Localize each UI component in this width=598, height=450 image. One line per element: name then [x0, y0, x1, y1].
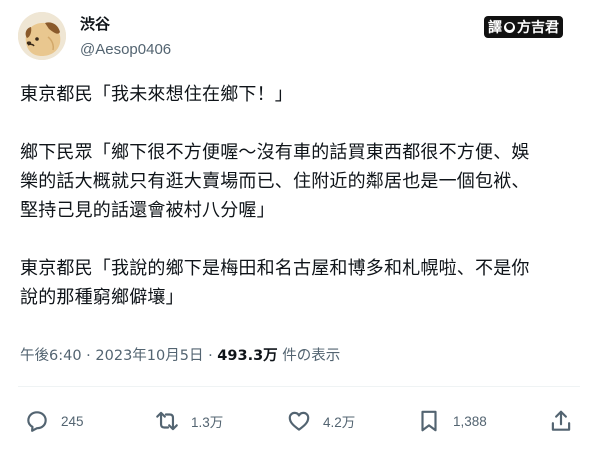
bookmark-button[interactable]: 1,388: [416, 406, 487, 436]
bookmark-icon: [421, 410, 437, 432]
repost-count: 1.3万: [191, 415, 224, 430]
meta-separator: ·: [86, 348, 96, 364]
watermark-left: 譯: [488, 20, 502, 36]
like-count: 4.2万: [323, 415, 356, 430]
view-label: 件の表示: [282, 348, 341, 364]
meta-separator: ·: [208, 348, 218, 364]
repost-icon: [156, 411, 178, 431]
tweet-line: 東京都民「我未來想住在鄉下！」: [20, 84, 293, 105]
author-handle[interactable]: @Aesop0406: [80, 40, 171, 60]
tweet-line: 東京都民「我說的鄉下是梅田和名古屋和博多和札幌啦、不是你: [20, 258, 530, 279]
reply-icon: [27, 411, 47, 432]
translator-watermark: 譯 ● 方吉君: [484, 16, 563, 38]
tweet-line: 鄉下民眾「鄉下很不方便喔～沒有車的話買東西都很不方便、娛: [20, 142, 530, 163]
tweet-time[interactable]: 午後6:40: [20, 348, 82, 364]
heart-icon: [288, 411, 310, 431]
tweet-line: 說的那種窮鄉僻壤」: [20, 287, 184, 308]
action-bar: 245 1.3万 4.2万 1,388: [0, 406, 598, 436]
bookmark-count: 1,388: [453, 413, 487, 429]
dog-avatar-icon: [18, 12, 66, 60]
reply-button[interactable]: 245: [24, 406, 84, 436]
share-button[interactable]: [548, 406, 574, 436]
divider: [18, 386, 580, 387]
watermark-dot: ●: [504, 21, 515, 33]
tweet-line: 堅持己見的話還會被村八分喔」: [20, 200, 275, 221]
view-count[interactable]: 493.3万: [217, 348, 277, 364]
share-icon: [551, 410, 571, 431]
watermark-right: 方吉君: [517, 20, 559, 36]
avatar[interactable]: [18, 12, 66, 60]
author-display-name[interactable]: 渋谷: [80, 14, 110, 34]
tweet-date[interactable]: 2023年10月5日: [95, 348, 203, 364]
tweet-text: 東京都民「我未來想住在鄉下！」 鄉下民眾「鄉下很不方便喔～沒有車的話買東西都很不…: [20, 80, 585, 312]
tweet-line: 樂的話大概就只有逛大賣場而已、住附近的鄰居也是一個包袱、: [20, 171, 530, 192]
reply-count: 245: [61, 413, 84, 429]
repost-button[interactable]: 1.3万: [154, 406, 223, 436]
like-button[interactable]: 4.2万: [286, 406, 355, 436]
tweet-meta: 午後6:40 · 2023年10月5日 · 493.3万 件の表示: [20, 346, 340, 366]
